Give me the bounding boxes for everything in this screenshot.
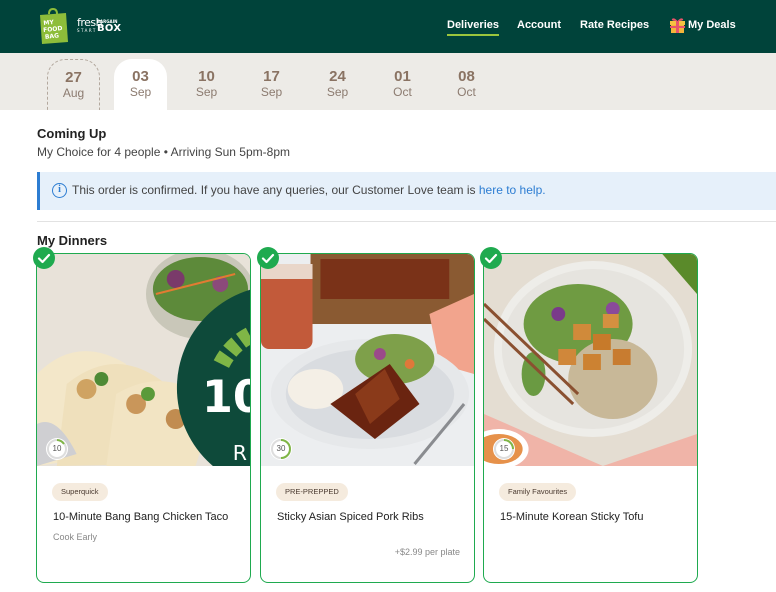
date-month: Sep (129, 85, 152, 99)
svg-text:BAG: BAG (45, 32, 60, 40)
gift-icon (670, 18, 685, 33)
10min-recipe-badge: 10min RECIPE (176, 289, 250, 466)
bargain-box-logo[interactable]: BARGAIN BOX (97, 19, 121, 34)
recipe-card[interactable]: 30 PRE-PREPPED Sticky Asian Spiced Pork … (260, 253, 475, 583)
cook-time-minutes: 10 (52, 444, 62, 453)
my-food-bag-logo[interactable]: MY FOOD BAG (38, 8, 68, 44)
order-subtitle: My Choice for 4 people • Arriving Sun 5p… (37, 145, 290, 159)
alert-message: This order is confirmed. If you have any… (72, 183, 479, 197)
recipe-card[interactable]: 15 Family Favourites 15-Minute Korean St… (483, 253, 698, 583)
recipe-photo: 10min RECIPE 10 (37, 254, 250, 466)
cook-time-indicator: 15 (492, 437, 516, 461)
nav-deliveries[interactable]: Deliveries (447, 19, 499, 36)
dinners-heading: My Dinners (37, 233, 108, 248)
cook-time-minutes: 15 (499, 444, 509, 453)
delivery-date-selector: 27 Aug 03 Sep 10 Sep 17 Sep 24 Sep 01 Oc… (0, 53, 776, 110)
date-month: Sep (195, 85, 218, 99)
selected-check-icon (480, 247, 502, 269)
cook-time-minutes: 30 (276, 444, 286, 453)
recipe-extra-price: +$2.99 per plate (394, 547, 460, 557)
selected-check-icon (257, 247, 279, 269)
recipe-photo: 30 (261, 254, 474, 466)
nav-account[interactable]: Account (517, 19, 561, 31)
date-day: 01 (394, 68, 411, 85)
recipe-tag: Family Favourites (499, 483, 577, 501)
cook-time-indicator: 30 (269, 437, 293, 461)
recipe-title[interactable]: Sticky Asian Spiced Pork Ribs (277, 511, 424, 523)
date-month: Sep (326, 85, 349, 99)
recipe-note: Cook Early (53, 532, 98, 542)
help-link[interactable]: here to help. (479, 183, 546, 197)
box-text: BOX (97, 23, 122, 34)
date-tab-17-sep[interactable]: 17 Sep (245, 59, 298, 110)
nav-my-deals[interactable]: My Deals (688, 19, 736, 31)
top-navigation-bar: MY FOOD BAG fresh START BARGAIN BOX Deli… (0, 0, 776, 53)
info-icon: i (52, 183, 67, 198)
date-day: 27 (65, 69, 82, 86)
recipe-tag: PRE-PREPPED (276, 483, 348, 501)
date-tab-24-sep[interactable]: 24 Sep (311, 59, 364, 110)
selected-check-icon (33, 247, 55, 269)
nav-rate-recipes[interactable]: Rate Recipes (580, 19, 649, 31)
order-heading: Coming Up (37, 126, 107, 141)
date-month: Oct (457, 85, 476, 99)
recipe-card[interactable]: 10min RECIPE 10 Superquick 10-Minute Ban… (36, 253, 251, 583)
cook-time-indicator: 10 (45, 437, 69, 461)
alert-text: This order is confirmed. If you have any… (72, 183, 546, 197)
date-month: Sep (260, 85, 283, 99)
date-tab-27-aug[interactable]: 27 Aug (47, 59, 100, 110)
date-tab-01-oct[interactable]: 01 Oct (376, 59, 429, 110)
date-day: 08 (458, 68, 475, 85)
date-tab-08-oct[interactable]: 08 Oct (440, 59, 493, 110)
order-confirmed-alert: i This order is confirmed. If you have a… (37, 172, 776, 210)
recipe-photo: 15 (484, 254, 697, 466)
date-day: 03 (132, 68, 149, 85)
date-day: 10 (198, 68, 215, 85)
date-day: 17 (263, 68, 280, 85)
date-day: 24 (329, 68, 346, 85)
recipe-tag: Superquick (52, 483, 108, 501)
date-month: Aug (62, 86, 85, 100)
date-month: Oct (393, 85, 412, 99)
recipe-title[interactable]: 10-Minute Bang Bang Chicken Taco (53, 511, 228, 523)
section-divider (37, 221, 776, 222)
badge-text: 10min (202, 372, 250, 423)
date-tab-03-sep[interactable]: 03 Sep (114, 59, 167, 110)
badge-subtext: RECIPE (233, 441, 250, 465)
recipe-title[interactable]: 15-Minute Korean Sticky Tofu (500, 511, 643, 523)
date-tab-10-sep[interactable]: 10 Sep (180, 59, 233, 110)
